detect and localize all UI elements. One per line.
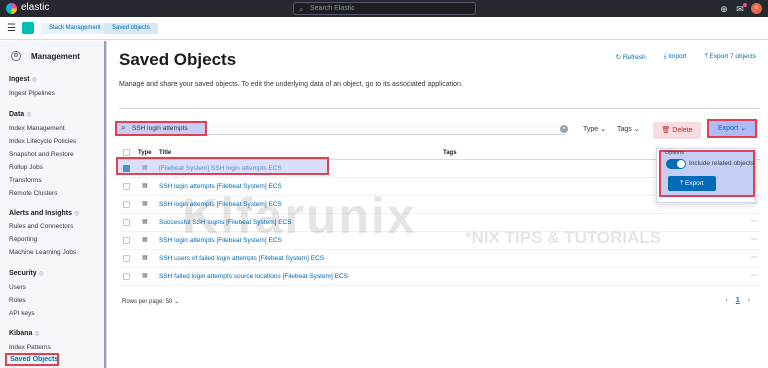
sidebar: ⚙ Management Ingest ◎ Ingest Pipelines Da… (0, 41, 107, 368)
brand-name: elastic (21, 2, 50, 13)
column-title[interactable]: Title (159, 150, 171, 156)
row-title-link[interactable]: SSH users of failed login attempts [File… (159, 255, 324, 262)
confirm-export-button[interactable]: ⤒ Export (668, 176, 716, 191)
search-input[interactable]: ⌕ SSH login attempts (115, 121, 207, 136)
page-description: Manage and share your saved objects. To … (119, 81, 463, 88)
chevron-down-icon: ⌄ (740, 125, 747, 132)
search-icon: ⌕ (299, 5, 304, 14)
avatar[interactable]: e (751, 3, 762, 14)
selected-row-highlight (116, 157, 329, 175)
sidebar-item-reporting[interactable]: Reporting (9, 236, 37, 243)
sidebar-group-kibana: Kibana ◎ (9, 330, 40, 337)
type-filter-button[interactable]: Type ⌄ (583, 125, 606, 133)
sidebar-item-saved-objects-label: Saved Objects (10, 356, 59, 363)
refresh-button[interactable]: ↻ Refresh (616, 53, 646, 61)
watermark-tagline: *NIX TIPS & TUTORIALS (465, 228, 662, 247)
sidebar-group-ingest: Ingest ◎ (9, 76, 37, 83)
sidebar-item-api-keys[interactable]: API keys (9, 310, 35, 317)
sidebar-item-index-lifecycle-policies[interactable]: Index Lifecycle Policies (9, 138, 76, 145)
row-actions-icon[interactable]: ⋯ (751, 254, 757, 261)
options-label: Options (665, 150, 684, 156)
search-query: SSH login attempts (132, 125, 188, 132)
visualization-icon: ▦ (142, 255, 148, 261)
trash-icon: 🗑 (661, 127, 673, 134)
sidebar-item-transforms[interactable]: Transforms (9, 177, 42, 184)
sidebar-item-rules-connectors[interactable]: Rules and Connectors (9, 223, 73, 230)
header-actions: ↻ Refresh ⤓ Import ⤒ Export 7 objects (616, 53, 756, 61)
global-search-input[interactable]: ⌕ Search Elastic (293, 2, 476, 15)
row-actions-icon[interactable]: ⋯ (751, 236, 757, 243)
include-related-label: Include related objects (689, 160, 755, 167)
export-button[interactable]: Export ⌄ (707, 119, 757, 138)
select-all-checkbox[interactable] (123, 149, 130, 156)
breadcrumb-stack-management[interactable]: Stack Management (41, 23, 109, 34)
visualization-icon: ▦ (142, 273, 148, 279)
include-related-toggle[interactable] (666, 159, 686, 169)
sidebar-item-index-management[interactable]: Index Management (9, 125, 65, 132)
next-page-icon[interactable]: › (748, 297, 750, 304)
column-type[interactable]: Type (138, 150, 152, 156)
sidebar-item-remote-clusters[interactable]: Remote Clusters (9, 190, 57, 197)
sidebar-item-rollup-jobs[interactable]: Rollup Jobs (9, 164, 43, 171)
visualization-icon: ▦ (142, 201, 148, 207)
menu-icon[interactable]: ☰ (7, 23, 16, 34)
visualization-icon: ▦ (142, 183, 148, 189)
global-search-placeholder: Search Elastic (310, 5, 355, 12)
help-icon[interactable]: ⊕ (719, 4, 729, 14)
gear-icon: ⚙ (11, 51, 21, 61)
row-title-link[interactable]: SSH failed login attempts source locatio… (159, 273, 348, 280)
watermark-logo: Kifarunix (182, 188, 417, 244)
clear-search-icon[interactable]: × (560, 125, 568, 133)
page-number[interactable]: 1 (736, 297, 740, 304)
refresh-icon: ↻ (615, 54, 623, 61)
sidebar-group-security: Security ◎ (9, 270, 44, 277)
row-checkbox[interactable] (123, 237, 130, 244)
row-checkbox[interactable] (123, 273, 130, 280)
visualization-icon: ▦ (142, 237, 148, 243)
breadcrumb-bar: ☰ Stack Management Saved objects (0, 17, 768, 40)
sidebar-item-roles[interactable]: Roles (9, 297, 26, 304)
sidebar-title: Management (31, 52, 80, 61)
breadcrumb-saved-objects: Saved objects (104, 23, 158, 34)
page-title: Saved Objects (119, 50, 237, 69)
row-checkbox[interactable] (123, 183, 130, 190)
sidebar-item-ml-jobs[interactable]: Machine Learning Jobs (9, 249, 76, 256)
table-row[interactable]: ▦ SSH failed login attempts source locat… (119, 268, 760, 286)
sidebar-item-users[interactable]: Users (9, 284, 26, 291)
column-tags: Tags (443, 150, 457, 156)
prev-page-icon[interactable]: ‹ (725, 297, 727, 304)
news-feed-icon[interactable]: ✉ (735, 2, 747, 14)
row-actions-icon[interactable]: ⋯ (751, 272, 757, 279)
elastic-logo-icon[interactable] (6, 3, 17, 14)
sidebar-item-index-patterns[interactable]: Index Patterns (9, 344, 51, 351)
tags-filter-button[interactable]: Tags ⌄ (617, 125, 640, 133)
sidebar-item-ingest-pipelines[interactable]: Ingest Pipelines (9, 90, 55, 97)
search-icon: ⌕ (121, 123, 126, 132)
sidebar-group-alerts: Alerts and Insights ◎ (9, 210, 80, 217)
import-button[interactable]: ⤓ Import (664, 53, 687, 61)
header-icons: ⊕ ✉ e (719, 2, 762, 14)
visualization-icon: ▦ (142, 219, 148, 225)
rows-per-page-button[interactable]: Rows per page: 50 ⌄ (122, 298, 179, 305)
export-all-button[interactable]: ⤒ Export 7 objects (705, 53, 756, 61)
row-checkbox[interactable] (123, 219, 130, 226)
row-actions-icon[interactable]: ⋯ (751, 218, 757, 225)
sidebar-scrollbar[interactable] (104, 41, 106, 368)
delete-button[interactable]: 🗑 Delete (653, 122, 701, 139)
sidebar-item-saved-objects[interactable]: Saved Objects (5, 353, 59, 366)
row-checkbox[interactable] (123, 255, 130, 262)
app-icon[interactable] (22, 22, 34, 34)
table-row[interactable]: ▦ SSH users of failed login attempts [Fi… (119, 250, 760, 268)
divider (119, 108, 760, 109)
pagination: ‹ 1 › (725, 297, 750, 304)
row-checkbox[interactable] (123, 201, 130, 208)
sidebar-group-data: Data ◎ (9, 111, 32, 118)
top-header: elastic ⌕ Search Elastic ⊕ ✉ e (0, 0, 768, 17)
sidebar-item-snapshot-restore[interactable]: Snapshot and Restore (9, 151, 74, 158)
